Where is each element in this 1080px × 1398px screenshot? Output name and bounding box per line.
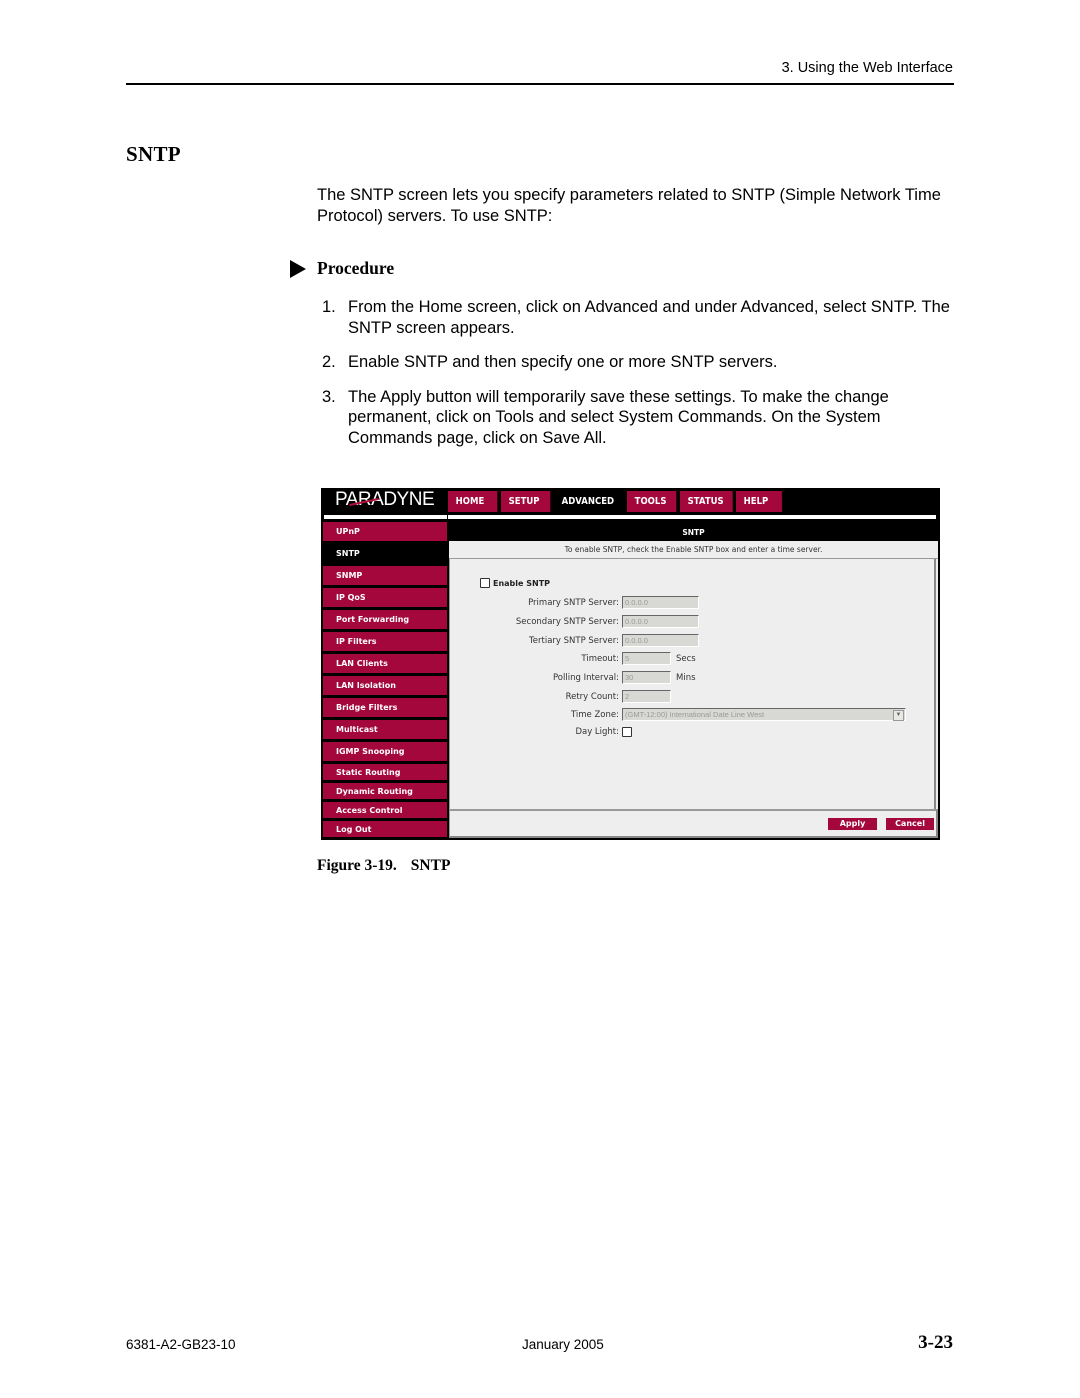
enable-sntp-checkbox[interactable] — [480, 578, 490, 588]
content-title: SNTP — [449, 525, 938, 541]
time-zone-value: (GMT-12:00) International Date Line West — [625, 710, 765, 719]
sidebar-item-log-out[interactable]: Log Out — [323, 821, 447, 838]
cancel-button[interactable]: Cancel — [886, 818, 934, 830]
step-text: Enable SNTP and then specify one or more… — [348, 353, 778, 371]
tertiary-server-label: Tertiary SNTP Server: — [529, 635, 619, 646]
retry-count-input[interactable]: 2 — [622, 690, 671, 703]
header-rule — [126, 83, 954, 85]
sidebar-item-dynamic-routing[interactable]: Dynamic Routing — [323, 783, 447, 800]
tab-help[interactable]: HELP — [736, 491, 783, 512]
step-item: 3. The Apply button will temporarily sav… — [322, 387, 962, 449]
content-panel: SNTP To enable SNTP, check the Enable SN… — [449, 525, 938, 838]
secondary-server-row: Secondary SNTP Server: 0.0.0.0 — [450, 615, 699, 628]
procedure-steps: 1. From the Home screen, click on Advanc… — [322, 297, 962, 462]
sidebar-item-multicast[interactable]: Multicast — [323, 720, 447, 740]
procedure-heading: Procedure — [290, 258, 394, 279]
tab-status[interactable]: STATUS — [680, 491, 734, 512]
tertiary-server-input[interactable]: 0.0.0.0 — [622, 634, 699, 647]
sidebar-item-ip-filters[interactable]: IP Filters — [323, 632, 447, 652]
sidebar-item-port-forwarding[interactable]: Port Forwarding — [323, 610, 447, 630]
intro-paragraph: The SNTP screen lets you specify paramet… — [317, 186, 941, 225]
footer-doc-number: 6381-A2-GB23-10 — [126, 1337, 236, 1352]
button-bar: Apply Cancel — [449, 809, 938, 838]
secondary-server-input[interactable]: 0.0.0.0 — [622, 615, 699, 628]
time-zone-select[interactable]: (GMT-12:00) International Date Line West… — [622, 708, 906, 721]
retry-count-label: Retry Count: — [565, 691, 619, 702]
figure-number: Figure 3-19. — [317, 857, 397, 874]
step-text: From the Home screen, click on Advanced … — [348, 298, 950, 337]
step-number: 1. — [322, 298, 336, 316]
sidebar-item-sntp[interactable]: SNTP — [323, 544, 447, 564]
polling-interval-unit: Mins — [676, 672, 696, 683]
figure-caption: Figure 3-19. SNTP — [317, 857, 450, 875]
enable-sntp-row: Enable SNTP — [480, 578, 550, 588]
procedure-label: Procedure — [317, 258, 395, 278]
enable-sntp-label: Enable SNTP — [493, 578, 551, 588]
sidebar-item-ip-qos[interactable]: IP QoS — [323, 588, 447, 608]
form-area: Enable SNTP Primary SNTP Server: 0.0.0.0… — [449, 559, 936, 809]
secondary-server-label: Secondary SNTP Server: — [515, 616, 619, 627]
step-item: 2. Enable SNTP and then specify one or m… — [322, 352, 962, 373]
day-light-row: Day Light: — [450, 727, 635, 737]
polling-interval-label: Polling Interval: — [552, 672, 619, 683]
chevron-down-icon[interactable]: ▼ — [893, 710, 904, 721]
tab-setup[interactable]: SETUP — [501, 491, 552, 512]
nav-tabs: HOME SETUP ADVANCED TOOLS STATUS HELP — [448, 491, 791, 512]
sidebar: UPnP SNTP SNMP IP QoS Port Forwarding IP… — [323, 522, 447, 840]
sidebar-item-upnp[interactable]: UPnP — [323, 522, 447, 542]
tertiary-server-row: Tertiary SNTP Server: 0.0.0.0 — [450, 634, 699, 647]
running-head: 3. Using the Web Interface — [781, 60, 953, 76]
day-light-checkbox[interactable] — [622, 727, 632, 737]
step-number: 2. — [322, 353, 336, 371]
tab-tools[interactable]: TOOLS — [627, 491, 678, 512]
step-item: 1. From the Home screen, click on Advanc… — [322, 297, 962, 338]
apply-button[interactable]: Apply — [828, 818, 877, 830]
sidebar-item-snmp[interactable]: SNMP — [323, 566, 447, 586]
sntp-screenshot: PARADYNE HOME SETUP ADVANCED TOOLS STATU… — [321, 488, 940, 840]
tab-advanced[interactable]: ADVANCED — [554, 491, 623, 512]
day-light-label: Day Light: — [575, 727, 619, 737]
timeout-input[interactable]: 5 — [622, 652, 671, 665]
sidebar-item-access-control[interactable]: Access Control — [323, 802, 447, 819]
step-text: The Apply button will temporarily save t… — [348, 387, 889, 447]
sidebar-item-bridge-filters[interactable]: Bridge Filters — [323, 698, 447, 718]
paradyne-logo: PARADYNE — [335, 489, 435, 510]
polling-interval-row: Polling Interval: 30 Mins — [450, 671, 696, 684]
section-title: SNTP — [126, 142, 181, 166]
polling-interval-input[interactable]: 30 — [622, 671, 671, 684]
triangle-right-icon — [290, 259, 306, 278]
sidebar-item-lan-clients[interactable]: LAN Clients — [323, 654, 447, 674]
step-number: 3. — [322, 387, 336, 406]
sidebar-item-igmp-snooping[interactable]: IGMP Snooping — [323, 742, 447, 762]
timeout-label: Timeout: — [581, 653, 619, 664]
figure-title: SNTP — [410, 857, 451, 874]
sidebar-item-static-routing[interactable]: Static Routing — [323, 764, 447, 781]
footer-page-number: 3-23 — [918, 1332, 953, 1353]
separator-divider — [447, 515, 448, 521]
separator-bar — [324, 515, 936, 519]
timeout-unit: Secs — [676, 653, 696, 664]
content-hint: To enable SNTP, check the Enable SNTP bo… — [449, 542, 938, 559]
tab-home[interactable]: HOME — [448, 491, 499, 512]
retry-count-row: Retry Count: 2 — [450, 690, 671, 703]
primary-server-label: Primary SNTP Server: — [528, 597, 619, 608]
primary-server-input[interactable]: 0.0.0.0 — [622, 596, 699, 609]
time-zone-row: Time Zone: (GMT-12:00) International Dat… — [450, 708, 906, 721]
sidebar-item-lan-isolation[interactable]: LAN Isolation — [323, 676, 447, 696]
primary-server-row: Primary SNTP Server: 0.0.0.0 — [450, 596, 699, 609]
footer-date: January 2005 — [522, 1337, 604, 1352]
time-zone-label: Time Zone: — [570, 709, 619, 720]
top-bar: PARADYNE HOME SETUP ADVANCED TOOLS STATU… — [321, 488, 940, 512]
timeout-row: Timeout: 5 Secs — [450, 652, 696, 665]
